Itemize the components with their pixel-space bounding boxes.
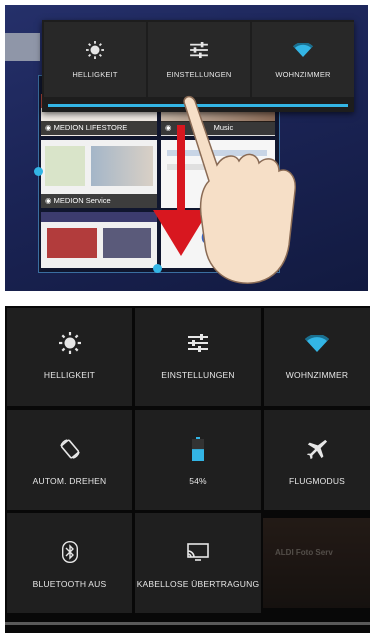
background-app-peek: ALDI Foto Serv xyxy=(263,518,370,608)
airplane-icon xyxy=(306,436,328,462)
battery-icon xyxy=(192,436,204,462)
settings-sliders-icon xyxy=(187,330,209,356)
settings-sliders-icon xyxy=(190,40,208,60)
tile-label: WOHNZIMMER xyxy=(285,370,349,380)
brightness-icon xyxy=(86,40,104,60)
tile-battery: 54% xyxy=(135,410,261,510)
tile-settings[interactable]: EINSTELLUNGEN xyxy=(135,308,261,406)
background-strip xyxy=(5,33,40,61)
pointing-hand-icon xyxy=(183,95,296,284)
quick-setting-wifi[interactable]: WOHNZIMMER xyxy=(252,22,354,97)
wireless-display-icon xyxy=(187,539,209,565)
recent-app-label: ◉ MEDION LIFESTORE xyxy=(41,121,157,135)
tile-label: FLUGMODUS xyxy=(288,476,346,486)
battery-percent-label: 54% xyxy=(189,476,207,486)
bottom-divider xyxy=(5,622,370,625)
tile-label: HELLIGKEIT xyxy=(43,370,96,380)
tutorial-screenshot-top: ◉ MEDION LIFESTORE ◉ Music ◉ MEDION Serv… xyxy=(5,5,368,291)
tile-wireless-display[interactable]: KABELLOSE ÜBERTRAGUNG xyxy=(135,513,261,613)
recent-app-thumb-service[interactable]: ◉ MEDION Service xyxy=(41,140,157,208)
recent-app-thumb-news[interactable] xyxy=(41,212,157,268)
tile-label: BLUETOOTH AUS xyxy=(32,579,107,589)
resize-handle-dot xyxy=(34,167,43,176)
wifi-icon xyxy=(293,40,313,60)
tile-airplane-mode[interactable]: FLUGMODUS xyxy=(264,410,370,510)
tile-auto-rotate[interactable]: AUTOM. DREHEN xyxy=(7,410,132,510)
tutorial-screenshot-bottom: ALDI Foto Serv HELLIGKEIT EINSTELLUNGEN … xyxy=(5,306,370,633)
background-peek-text: ALDI Foto Serv xyxy=(275,548,333,557)
tile-label: EINSTELLUNGEN xyxy=(161,370,235,380)
auto-rotate-icon xyxy=(59,436,81,462)
brightness-icon xyxy=(58,330,81,356)
tile-bluetooth[interactable]: BLUETOOTH AUS xyxy=(7,513,132,613)
quick-setting-brightness[interactable]: HELLIGKEIT xyxy=(44,22,146,97)
tile-label: KABELLOSE ÜBERTRAGUNG xyxy=(136,579,260,589)
resize-handle-dot xyxy=(153,264,162,273)
quick-setting-label: HELLIGKEIT xyxy=(72,70,118,79)
bluetooth-icon xyxy=(61,539,78,565)
tile-brightness[interactable]: HELLIGKEIT xyxy=(7,308,132,406)
quick-setting-settings[interactable]: EINSTELLUNGEN xyxy=(148,22,250,97)
tile-wifi[interactable]: WOHNZIMMER xyxy=(264,308,370,406)
quick-setting-label: EINSTELLUNGEN xyxy=(166,70,232,79)
tile-label: AUTOM. DREHEN xyxy=(32,476,107,486)
wifi-icon xyxy=(305,330,329,356)
recent-app-label: ◉ MEDION Service xyxy=(41,194,157,208)
quick-setting-label: WOHNZIMMER xyxy=(275,70,331,79)
